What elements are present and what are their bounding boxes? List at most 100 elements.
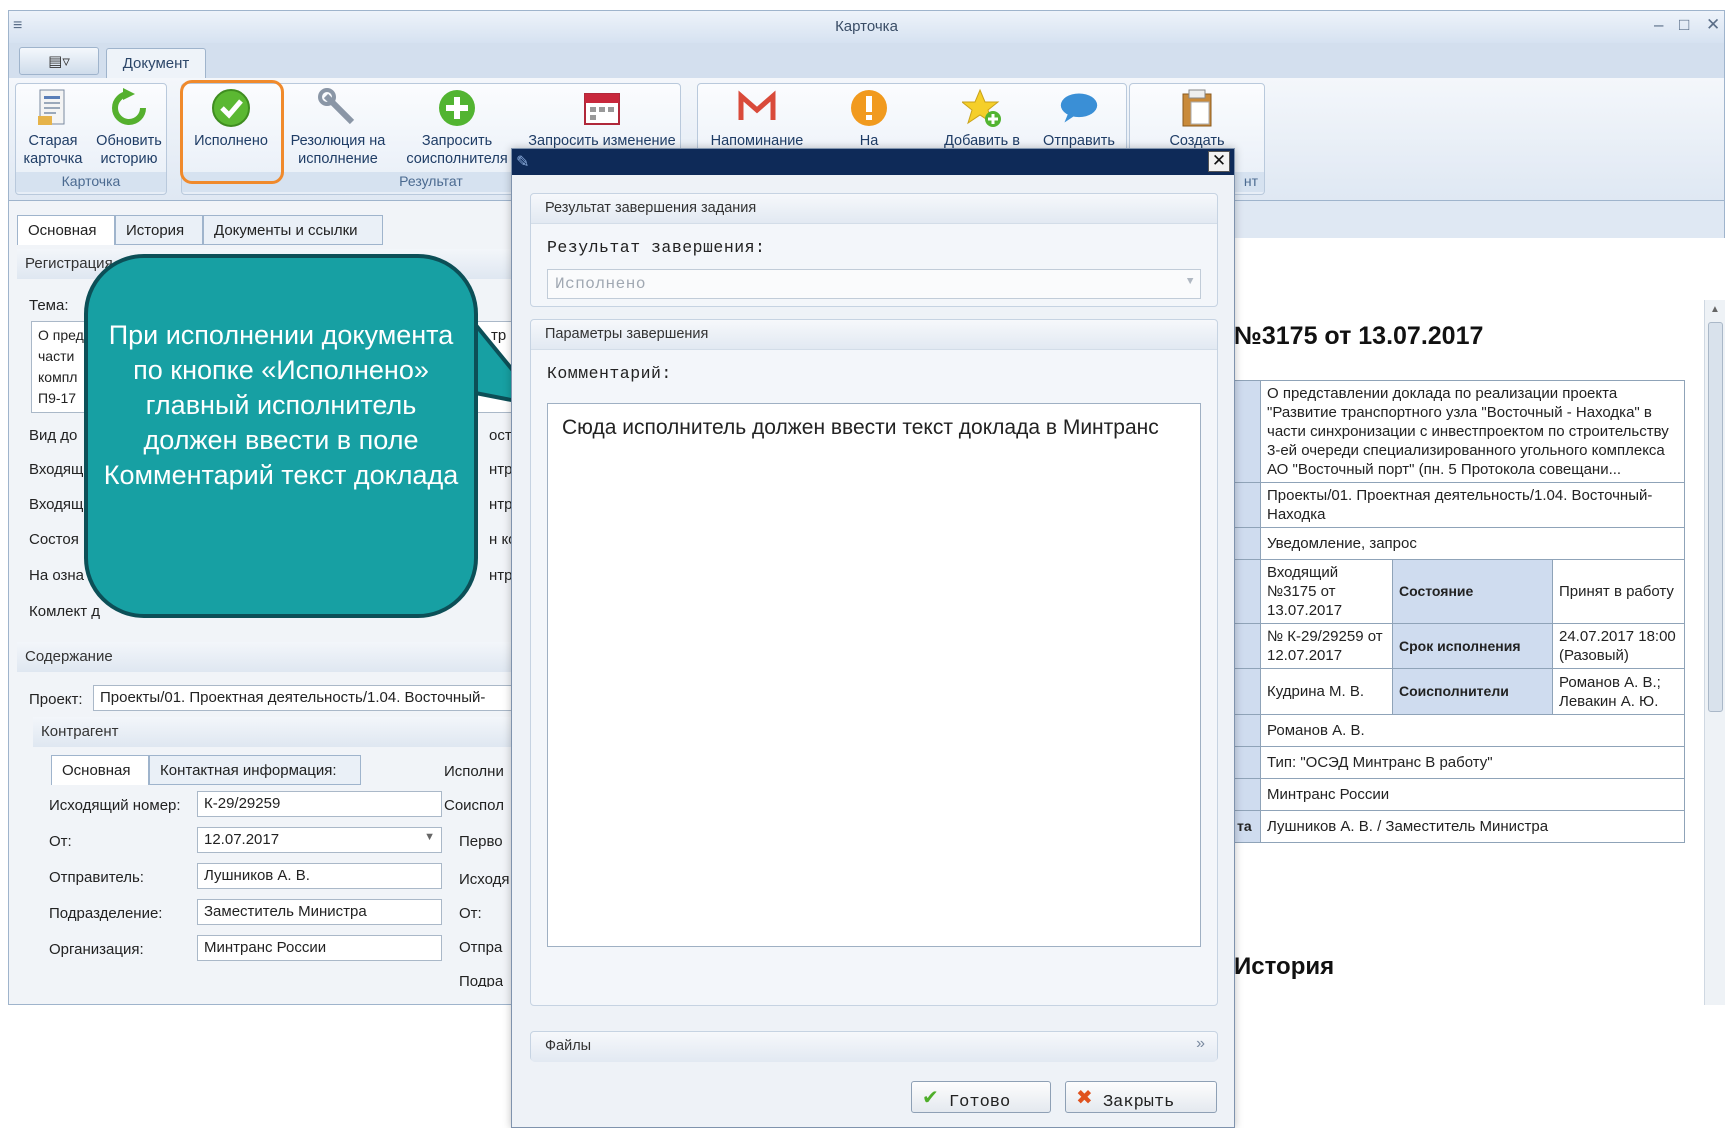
table-row: Романов А. В. — [1234, 714, 1685, 747]
files-panel[interactable]: Файлы » — [530, 1031, 1218, 1062]
department-field[interactable]: Заместитель Министра — [197, 899, 442, 925]
counterparty-section-header[interactable]: Контрагент — [33, 717, 517, 747]
department-label: Подразделение: — [49, 905, 163, 922]
executor-cell: Кудрина М. В. — [1260, 668, 1393, 715]
result-panel-header[interactable]: Результат завершения задания — [531, 194, 1217, 224]
from-date-label: От: — [49, 833, 72, 850]
table-cell — [1234, 668, 1261, 715]
scrollbar-thumb[interactable] — [1708, 322, 1723, 712]
table-row: Тип: "ОСЭД Минтранс В работу" — [1234, 746, 1685, 779]
clipboard-icon — [1177, 88, 1217, 128]
document-type-cell: Уведомление, запрос — [1260, 527, 1685, 560]
chevron-down-icon[interactable]: ▼ — [1187, 276, 1194, 288]
result-panel: Результат завершения задания Результат з… — [530, 193, 1218, 307]
comment-label: Комментарий: — [547, 364, 672, 383]
close-button[interactable]: ✕ — [1706, 15, 1720, 35]
document-project-cell: Проекты/01. Проектная деятельность/1.04.… — [1260, 482, 1685, 528]
state-header-cell: Состояние — [1392, 559, 1553, 624]
add-to-button[interactable]: Добавить в — [934, 88, 1030, 150]
parameters-panel-header[interactable]: Параметры завершения — [531, 320, 1217, 350]
table-cell — [1234, 714, 1261, 747]
project-label: Проект: — [29, 691, 83, 708]
pin-icon: ✎ — [516, 154, 530, 171]
from-label-2: От: — [459, 905, 482, 922]
tab-history[interactable]: История — [115, 215, 203, 245]
create-label: Создать — [1169, 133, 1225, 149]
chevron-down-icon[interactable]: ▼ — [424, 831, 435, 843]
application-menu-button[interactable]: ▤▿ — [19, 47, 99, 75]
old-card-button[interactable]: Старая карточка — [17, 88, 89, 168]
primary-label: Перво — [459, 833, 503, 850]
to-button[interactable]: На — [839, 88, 899, 150]
request-change-label: Запросить изменение — [528, 133, 676, 149]
tab-main[interactable]: Основная — [17, 215, 115, 245]
tab-counterparty-main[interactable]: Основная — [51, 755, 149, 785]
tab-contact-info[interactable]: Контактная информация: — [149, 755, 361, 785]
deadline-value-cell: 24.07.2017 18:00 (Разовый) — [1552, 623, 1685, 669]
subject-label: Тема: — [29, 297, 69, 314]
send-label: Отправить — [1043, 133, 1115, 149]
outgoing-number-field[interactable]: К-29/29259 — [197, 791, 442, 817]
dialog-close-button[interactable]: ✕ — [1208, 151, 1230, 172]
done-button[interactable]: ✔ Готово — [911, 1081, 1051, 1113]
to-label: На — [859, 133, 879, 149]
old-card-label: Старая карточка — [23, 133, 83, 167]
from-date-field[interactable]: 12.07.2017 ▼ — [197, 827, 442, 853]
document-details-table: О представлении доклада по реализации пр… — [1234, 380, 1685, 843]
card-tabs: Основная История Документы и ссылки — [17, 215, 517, 245]
table-row: Кудрина М. В. Соисполнители Романов А. В… — [1234, 668, 1685, 715]
add-to-label: Добавить в — [944, 133, 1020, 149]
table-cell — [1234, 380, 1261, 483]
request-change-button[interactable]: Запросить изменение — [517, 88, 687, 150]
incoming-label: Входящ — [29, 461, 84, 478]
send-button[interactable]: Отправить — [1034, 88, 1124, 150]
outgoing-number-label: Исходящий номер: — [49, 797, 181, 814]
sender-field[interactable]: Лушников А. В. — [197, 863, 442, 889]
refresh-icon — [109, 88, 149, 128]
scroll-up-icon[interactable]: ▲ — [1710, 304, 1720, 315]
ribbon-tabs: ▤▿ Документ — [9, 43, 1724, 78]
comment-textarea[interactable]: Сюда исполнитель должен ввести текст док… — [547, 403, 1201, 947]
result-select[interactable]: Исполнено ▼ — [547, 269, 1201, 299]
request-coexecutor-label: Запросить соисполнителя — [406, 133, 508, 167]
incoming-date-label: Входящ — [29, 496, 84, 513]
close-dialog-label: Закрыть — [1102, 1093, 1175, 1112]
project-field[interactable]: Проекты/01. Проектная деятельность/1.04.… — [93, 685, 523, 711]
files-panel-header[interactable]: Файлы — [531, 1032, 1217, 1062]
callout-text: При исполнении документа по кнопке «Испо… — [103, 320, 459, 490]
tab-documents-links[interactable]: Документы и ссылки — [203, 215, 383, 245]
refresh-history-label: Обновить историю — [96, 133, 162, 167]
result-label: Результат завершения: — [547, 238, 766, 257]
document-title: №3175 от 13.07.2017 — [1234, 322, 1484, 350]
coexecutors-value-cell: Романов А. В.; Левакин А. Ю. — [1552, 668, 1685, 715]
close-dialog-button[interactable]: ✖ Закрыть — [1065, 1081, 1217, 1113]
window-title: Карточка — [835, 18, 898, 35]
refresh-history-button[interactable]: Обновить историю — [89, 88, 169, 168]
outgoing-number-cell: № К-29/29259 от 12.07.2017 — [1260, 623, 1393, 669]
expand-icon[interactable]: » — [1196, 1035, 1205, 1053]
state-value-cell: Принят в работу — [1552, 559, 1685, 624]
outgoing-label-2: Исходя — [459, 871, 510, 888]
wrench-icon — [318, 88, 358, 128]
star-add-icon — [962, 88, 1002, 128]
deadline-header-cell: Срок исполнения — [1392, 623, 1553, 669]
request-coexecutor-button[interactable]: Запросить соисполнителя — [399, 88, 515, 168]
create-button[interactable]: Создать — [1149, 88, 1245, 150]
organization-field[interactable]: Минтранс России — [197, 935, 442, 961]
result-select-value: Исполнено — [555, 275, 646, 293]
minimize-button[interactable]: – — [1654, 15, 1663, 35]
tab-document[interactable]: Документ — [106, 48, 206, 78]
calendar-icon — [582, 88, 622, 128]
resolution-button[interactable]: Резолюция на исполнение — [284, 88, 392, 168]
coexecutor-label: Соиспол — [444, 797, 504, 814]
sender-cell: Лушников А. В. / Заместитель Министра — [1260, 810, 1685, 843]
document-scrollbar[interactable]: ▲ — [1704, 300, 1725, 1005]
coexecutors-header-cell: Соисполнители — [1392, 668, 1553, 715]
sender-label-2: Отпра — [459, 939, 503, 956]
mail-icon — [737, 88, 777, 128]
maximize-button[interactable]: □ — [1679, 15, 1689, 35]
organization-cell: Минтранс России — [1260, 778, 1685, 811]
content-section-header[interactable]: Содержание — [17, 642, 517, 672]
table-row: Уведомление, запрос — [1234, 527, 1685, 560]
reminder-button[interactable]: Напоминание — [701, 88, 813, 150]
